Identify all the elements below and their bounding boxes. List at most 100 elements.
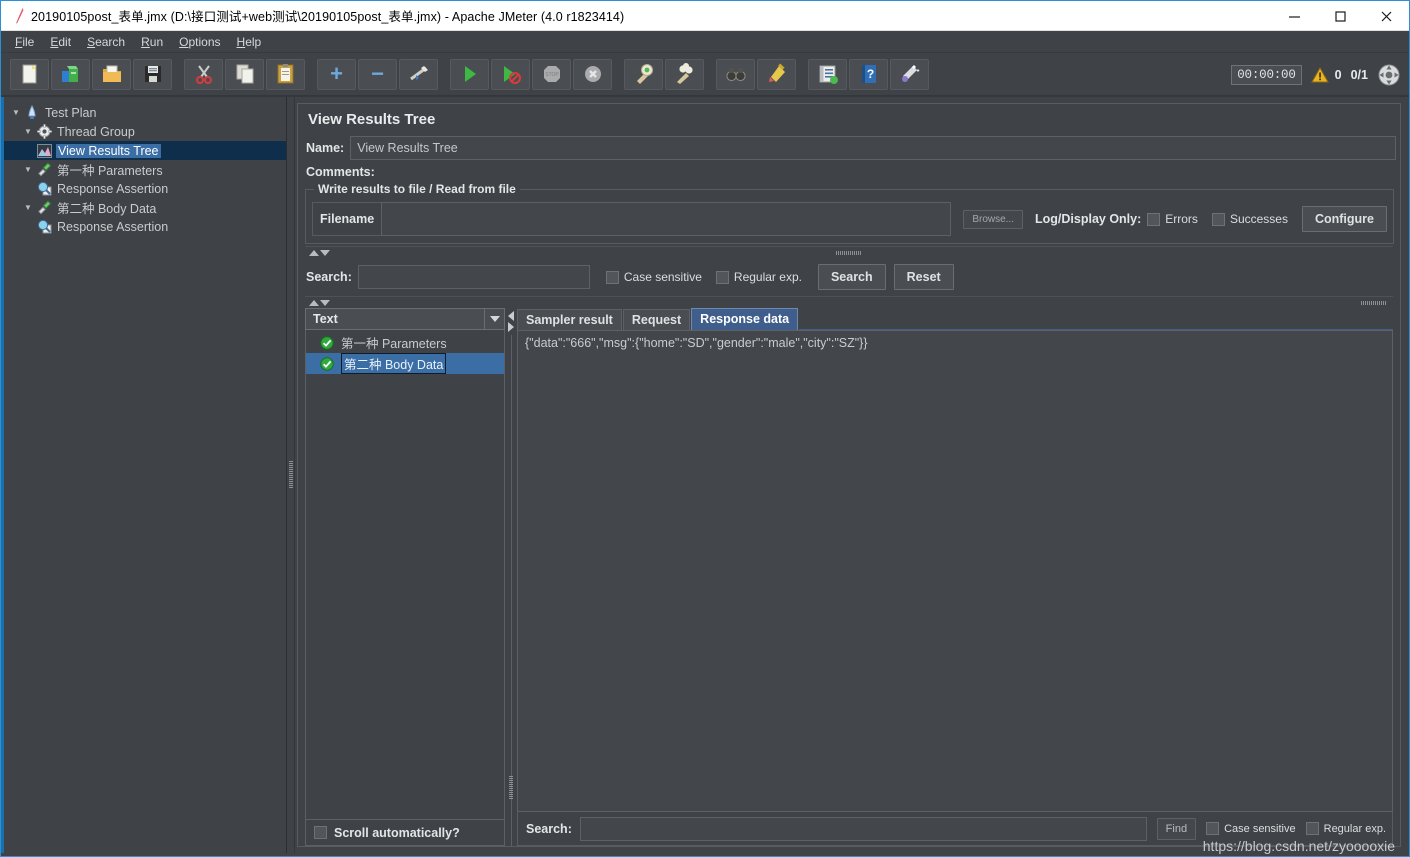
tree-node-response-assertion-2[interactable]: Response Assertion (1, 217, 286, 236)
splitter-arrows[interactable] (508, 311, 514, 332)
split-collapse-arrows[interactable] (309, 249, 330, 256)
minimize-button[interactable] (1271, 1, 1317, 31)
chevron-down-icon[interactable] (320, 299, 330, 306)
errors-checkbox[interactable] (1147, 212, 1161, 226)
new-button[interactable] (10, 58, 49, 90)
lower-split-bar[interactable] (305, 296, 1393, 308)
list-item-label: 第一种 Parameters (341, 337, 447, 351)
menu-search[interactable]: Search (79, 33, 133, 51)
save-button[interactable] (133, 58, 172, 90)
stop-button[interactable]: STOP (532, 58, 571, 90)
menu-help[interactable]: Help (229, 33, 270, 51)
expand-all-button[interactable]: + (317, 58, 356, 90)
tree-node-sampler-parameters[interactable]: ▼ 第一种 Parameters (1, 160, 286, 179)
chevron-up-icon[interactable] (309, 249, 319, 256)
comments-input[interactable] (380, 162, 1396, 182)
jmeter-feather-icon (9, 6, 31, 26)
function-helper-button[interactable] (808, 58, 847, 90)
response-data-text[interactable]: {"data":"666","msg":{"home":"SD","gender… (517, 330, 1393, 812)
successes-checkbox[interactable] (1211, 212, 1225, 226)
collapse-all-button[interactable]: − (358, 58, 397, 90)
detail-tabs: Sampler result Request Response data (517, 308, 1393, 330)
warning-status[interactable]: 0 (1310, 66, 1342, 84)
chevron-down-icon[interactable]: ▼ (21, 165, 35, 174)
search-input[interactable] (357, 265, 590, 289)
tree-node-view-results-tree[interactable]: View Results Tree (1, 141, 286, 160)
chevron-right-icon[interactable] (508, 322, 514, 332)
find-button[interactable]: Find (1156, 817, 1197, 840)
undo-redo-button[interactable] (890, 58, 929, 90)
reset-button[interactable]: Reset (893, 264, 954, 290)
test-plan-tree[interactable]: ▼ Test Plan ▼ Thread Group View Results … (1, 97, 287, 853)
search-button[interactable] (716, 58, 755, 90)
shutdown-button[interactable] (573, 58, 612, 90)
close-button[interactable] (1363, 1, 1409, 31)
browse-button[interactable]: Browse... (963, 209, 1023, 229)
test-plan-icon (23, 104, 41, 121)
configure-button[interactable]: Configure (1301, 206, 1387, 232)
filename-input[interactable] (381, 202, 952, 236)
help-button[interactable]: ? (849, 58, 888, 90)
tab-sampler-result[interactable]: Sampler result (517, 309, 622, 330)
upper-split-bar[interactable] (305, 246, 1393, 258)
render-selector[interactable]: Text (305, 308, 505, 330)
tree-node-sampler-body-data[interactable]: ▼ 第二种 Body Data (1, 198, 286, 217)
menu-file-rest: ile (22, 34, 35, 49)
tree-node-response-assertion-1[interactable]: Response Assertion (1, 179, 286, 198)
chevron-down-icon[interactable] (320, 249, 330, 256)
paste-button[interactable] (266, 58, 305, 90)
results-splitter[interactable] (505, 308, 517, 846)
remote-connect-icon[interactable] (1377, 63, 1401, 87)
main-vertical-splitter[interactable] (287, 97, 295, 853)
search-button[interactable]: Search (817, 264, 886, 290)
bottom-search-input[interactable] (579, 816, 1147, 841)
menu-file[interactable]: File (7, 33, 42, 51)
maximize-button[interactable] (1317, 1, 1363, 31)
chevron-down-icon[interactable]: ▼ (9, 108, 23, 117)
chevron-down-icon[interactable]: ▼ (21, 203, 35, 212)
chevron-left-icon[interactable] (508, 311, 514, 321)
list-item[interactable]: 第二种 Body Data (306, 353, 504, 374)
list-item[interactable]: 第一种 Parameters (306, 332, 504, 353)
menu-edit[interactable]: Edit (42, 33, 79, 51)
tree-node-test-plan[interactable]: ▼ Test Plan (1, 103, 286, 122)
tab-response-data[interactable]: Response data (691, 308, 799, 330)
templates-button[interactable] (51, 58, 90, 90)
search-reset-button[interactable] (757, 58, 796, 90)
clear-all-button[interactable] (665, 58, 704, 90)
clear-button[interactable] (624, 58, 663, 90)
regular-exp-checkbox[interactable] (715, 270, 729, 284)
bottom-regular-exp-checkbox[interactable] (1305, 822, 1319, 835)
open-button[interactable] (92, 58, 131, 90)
menu-options[interactable]: Options (171, 33, 228, 51)
name-input[interactable] (350, 136, 1396, 160)
case-sensitive-checkbox[interactable] (605, 270, 619, 284)
toggle-button[interactable] (399, 58, 438, 90)
start-no-pauses-button[interactable] (491, 58, 530, 90)
copy-button[interactable] (225, 58, 264, 90)
sample-result-list[interactable]: 第一种 Parameters 第二种 Body Data (305, 330, 505, 820)
response-search-row: Search: Find Case sensitive Regular exp. (517, 812, 1393, 846)
chevron-down-icon[interactable] (484, 309, 504, 329)
success-check-icon (318, 334, 336, 352)
toolbar-status-area: 00:00:00 0 0/1 (1231, 53, 1401, 97)
tree-node-thread-group[interactable]: ▼ Thread Group (1, 122, 286, 141)
tab-request[interactable]: Request (622, 309, 691, 330)
page-title: View Results Tree (308, 111, 436, 128)
bottom-case-sensitive-label: Case sensitive (1224, 822, 1296, 835)
start-button[interactable] (450, 58, 489, 90)
bottom-case-sensitive-checkbox[interactable] (1206, 822, 1220, 835)
cut-button[interactable] (184, 58, 223, 90)
successes-label: Successes (1229, 212, 1288, 226)
chevron-down-icon[interactable]: ▼ (21, 127, 35, 136)
toolbar: + − STOP ? 00:00:00 0 0/1 (1, 53, 1409, 97)
split-collapse-arrows-2[interactable] (309, 299, 330, 306)
regular-exp-label: Regular exp. (733, 270, 802, 284)
scroll-automatically-row[interactable]: Scroll automatically? (305, 820, 505, 846)
title-bar: 20190105post_表单.jmx (D:\接口测试+web测试\20190… (1, 1, 1409, 31)
name-label: Name: (306, 141, 345, 155)
menu-run[interactable]: Run (133, 33, 171, 51)
chevron-up-icon[interactable] (309, 299, 319, 306)
log-display-only-label: Log/Display Only: (1035, 212, 1142, 226)
scroll-automatically-checkbox[interactable] (314, 826, 327, 839)
